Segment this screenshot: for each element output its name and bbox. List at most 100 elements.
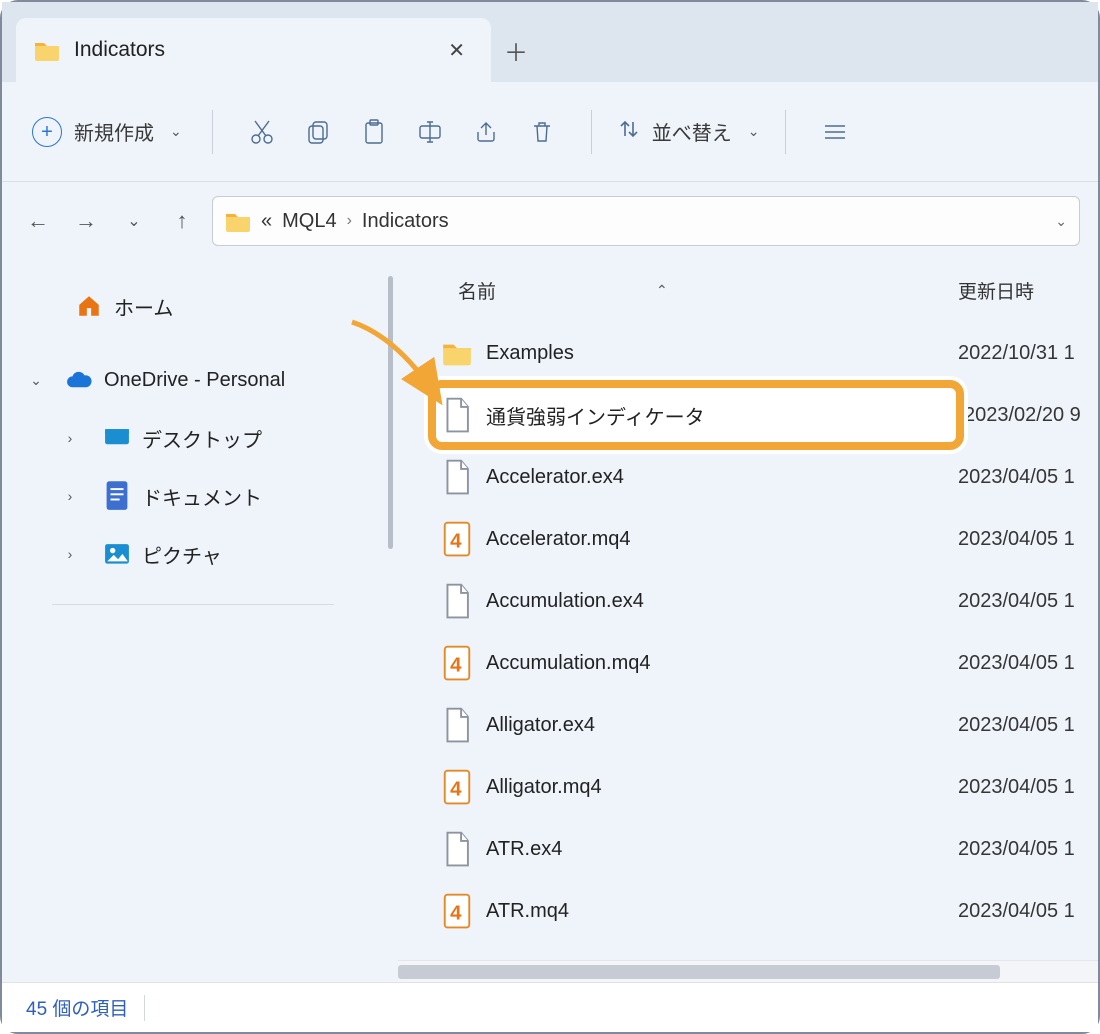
share-button[interactable] (463, 109, 509, 155)
file-date: 2023/04/05 1 (958, 590, 1098, 613)
forward-button[interactable]: → (68, 203, 104, 239)
recent-locations-button[interactable]: ⌄ (116, 203, 152, 239)
sidebar-item-documents[interactable]: › ドキュメント (16, 470, 370, 522)
file-date: 2023/04/05 1 (958, 776, 1098, 799)
breadcrumb-overflow[interactable]: « (261, 210, 272, 233)
file-date: 2023/04/05 1 (958, 652, 1098, 675)
file-name: Accelerator.mq4 (486, 528, 958, 551)
file-row[interactable]: 4 Accumulation.mq42023/04/05 1 (398, 632, 1098, 694)
file-row[interactable]: Examples2022/10/31 1 (398, 322, 1098, 384)
sidebar-item-onedrive[interactable]: ⌄ OneDrive - Personal (16, 354, 370, 406)
chevron-down-icon: ⌄ (748, 123, 760, 140)
sort-button[interactable]: 並べ替え ⌄ (618, 117, 760, 146)
file-row[interactable]: 4 Accelerator.mq42023/04/05 1 (398, 508, 1098, 570)
expand-icon[interactable]: ⌄ (24, 372, 48, 389)
toolbar: + 新規作成 ⌄ 並べ替え ⌄ (2, 82, 1098, 182)
paste-button[interactable] (351, 109, 397, 155)
up-button[interactable]: ↑ (164, 203, 200, 239)
cut-button[interactable] (239, 109, 285, 155)
main-panel: 名前 ⌃ 更新日時 Examples2022/10/31 1通貨強弱インディケー… (398, 260, 1098, 982)
breadcrumb-seg[interactable]: Indicators (362, 210, 449, 233)
file-name: Accumulation.mq4 (486, 652, 958, 675)
toolbar-separator (785, 110, 786, 154)
delete-button[interactable] (519, 109, 565, 155)
body: ホーム ⌄ OneDrive - Personal › デスクトップ › ドキュ… (2, 260, 1098, 982)
file-row[interactable]: Alligator.ex42023/04/05 1 (398, 694, 1098, 756)
titlebar: Indicators ✕ ＋ (2, 2, 1098, 82)
sort-icon (618, 118, 640, 146)
chevron-right-icon: › (347, 212, 352, 230)
new-label: 新規作成 (74, 117, 154, 146)
pictures-icon (104, 542, 130, 566)
svg-text:4: 4 (450, 777, 462, 800)
status-bar: 45 個の項目 (2, 982, 1098, 1032)
sidebar-label: ドキュメント (142, 482, 262, 511)
copy-button[interactable] (295, 109, 341, 155)
rename-button[interactable] (407, 109, 453, 155)
sidebar-divider (52, 604, 334, 605)
chevron-down-icon[interactable]: ⌄ (1055, 213, 1067, 230)
window-tab[interactable]: Indicators ✕ (16, 18, 491, 82)
back-button[interactable]: ← (20, 203, 56, 239)
file-date: 2023/04/05 1 (958, 528, 1098, 551)
file-icon (442, 586, 472, 616)
status-separator (144, 995, 145, 1021)
file-row[interactable]: Accelerator.ex42023/04/05 1 (398, 446, 1098, 508)
col-date-header[interactable]: 更新日時 (958, 277, 1098, 304)
file-date: 2023/04/05 1 (958, 900, 1098, 923)
new-tab-button[interactable]: ＋ (491, 18, 541, 82)
file-name: ATR.ex4 (486, 838, 958, 861)
expand-icon[interactable]: › (58, 488, 82, 504)
file-list: Examples2022/10/31 1通貨強弱インディケータ2023/02/2… (398, 322, 1098, 960)
sidebar-item-home[interactable]: ホーム (16, 280, 370, 332)
folder-icon (34, 39, 60, 61)
file-row[interactable]: 通貨強弱インディケータ (428, 384, 964, 446)
file-date: 2022/10/31 1 (958, 342, 1098, 365)
file-name: Examples (486, 342, 958, 365)
sidebar-label: デスクトップ (142, 424, 262, 453)
file-row[interactable]: Accumulation.ex42023/04/05 1 (398, 570, 1098, 632)
new-plus-icon: + (32, 117, 62, 147)
toolbar-separator (212, 110, 213, 154)
file-icon (442, 400, 472, 430)
tab-title: Indicators (74, 38, 426, 62)
splitter[interactable] (384, 260, 398, 982)
sidebar-label: OneDrive - Personal (104, 369, 285, 392)
file-row[interactable]: 4 Alligator.mq42023/04/05 1 (398, 756, 1098, 818)
view-options-button[interactable] (812, 109, 858, 155)
breadcrumb-seg[interactable]: MQL4 (282, 210, 336, 233)
expand-icon[interactable]: › (58, 546, 82, 562)
mq4-file-icon: 4 (442, 772, 472, 802)
file-icon (442, 834, 472, 864)
toolbar-separator (591, 110, 592, 154)
folder-icon (225, 210, 251, 232)
sidebar-item-desktop[interactable]: › デスクトップ (16, 412, 370, 464)
col-name-header[interactable]: 名前 (458, 277, 496, 304)
horizontal-scrollbar[interactable] (398, 960, 1098, 982)
address-bar[interactable]: « MQL4 › Indicators ⌄ (212, 196, 1080, 246)
close-tab-button[interactable]: ✕ (440, 34, 473, 67)
file-name: ATR.mq4 (486, 900, 958, 923)
svg-text:4: 4 (450, 653, 462, 676)
svg-text:4: 4 (450, 529, 462, 552)
file-name: Alligator.mq4 (486, 776, 958, 799)
cloud-icon (66, 368, 92, 392)
chevron-down-icon: ⌄ (170, 123, 182, 140)
home-icon (76, 294, 102, 318)
file-date: 2023/04/05 1 (958, 838, 1098, 861)
file-date: 2023/02/20 9 (964, 384, 1098, 446)
item-count: 45 個の項目 (26, 994, 128, 1021)
file-date: 2023/04/05 1 (958, 714, 1098, 737)
document-icon (104, 484, 130, 508)
file-name: Alligator.ex4 (486, 714, 958, 737)
file-date: 2023/04/05 1 (958, 466, 1098, 489)
new-button[interactable]: + 新規作成 ⌄ (28, 111, 186, 153)
expand-icon[interactable]: › (58, 430, 82, 446)
file-row[interactable]: ATR.ex42023/04/05 1 (398, 818, 1098, 880)
sidebar-item-pictures[interactable]: › ピクチャ (16, 528, 370, 580)
plus-icon: ＋ (504, 33, 528, 68)
sort-ascending-icon[interactable]: ⌃ (656, 282, 668, 299)
sidebar-label: ホーム (114, 292, 173, 321)
column-headers: 名前 ⌃ 更新日時 (398, 260, 1098, 322)
file-row[interactable]: 4ATR.mq42023/04/05 1 (398, 880, 1098, 942)
